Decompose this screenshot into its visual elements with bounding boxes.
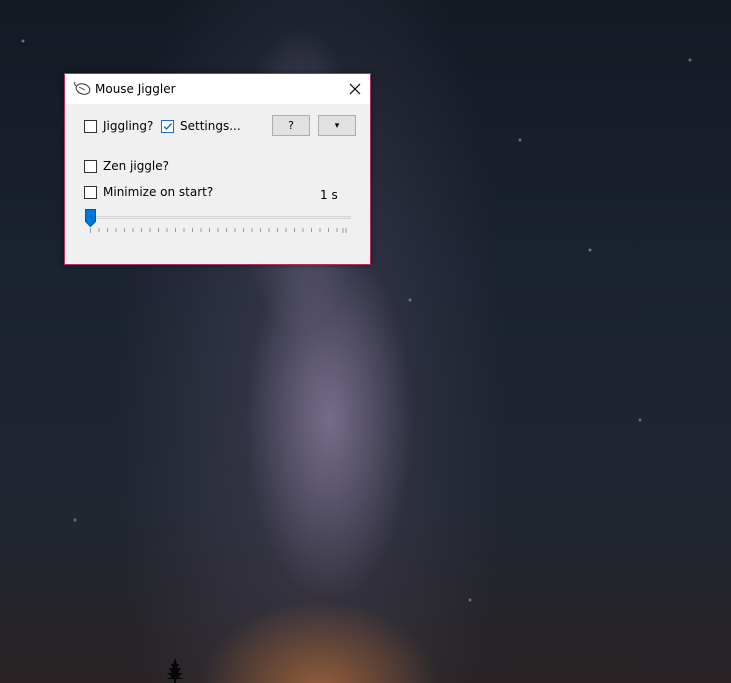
interval-slider[interactable] — [85, 208, 351, 234]
settings-checkbox[interactable]: Settings... — [161, 119, 241, 133]
minimize-on-start-checkbox-box[interactable] — [84, 185, 97, 199]
minimize-on-start-label: Minimize on start? — [103, 185, 214, 199]
title-bar[interactable]: Mouse Jiggler — [65, 74, 370, 104]
minimize-on-start-checkbox[interactable]: Minimize on start? — [84, 185, 213, 199]
close-button[interactable] — [340, 74, 370, 104]
window-title: Mouse Jiggler — [95, 82, 176, 96]
zen-jiggle-checkbox[interactable]: Zen jiggle? — [84, 159, 169, 173]
mouse-icon — [74, 82, 91, 95]
close-icon — [349, 83, 361, 95]
slider-ticks — [90, 228, 347, 233]
window-content: Jiggling? Settings... ? ▾ Zen jiggle? Mi… — [65, 104, 370, 264]
zen-jiggle-checkbox-box[interactable] — [84, 159, 97, 173]
mouse-jiggler-window: Mouse Jiggler Jiggling? Settings... ? ▾ … — [64, 73, 371, 265]
zen-jiggle-label: Zen jiggle? — [103, 159, 170, 173]
interval-value: 1 s — [320, 188, 338, 202]
jiggling-checkbox[interactable]: Jiggling? — [84, 119, 153, 133]
tree-silhouette — [166, 658, 184, 683]
slider-thumb[interactable] — [85, 209, 96, 227]
jiggling-checkbox-box[interactable] — [84, 119, 97, 133]
checkmark-icon — [163, 122, 173, 130]
settings-label: Settings... — [180, 119, 241, 133]
slider-track — [85, 216, 351, 219]
jiggling-label: Jiggling? — [103, 119, 154, 133]
help-button[interactable]: ? — [272, 115, 310, 136]
settings-checkbox-box[interactable] — [161, 119, 174, 133]
dropdown-button[interactable]: ▾ — [318, 115, 356, 136]
